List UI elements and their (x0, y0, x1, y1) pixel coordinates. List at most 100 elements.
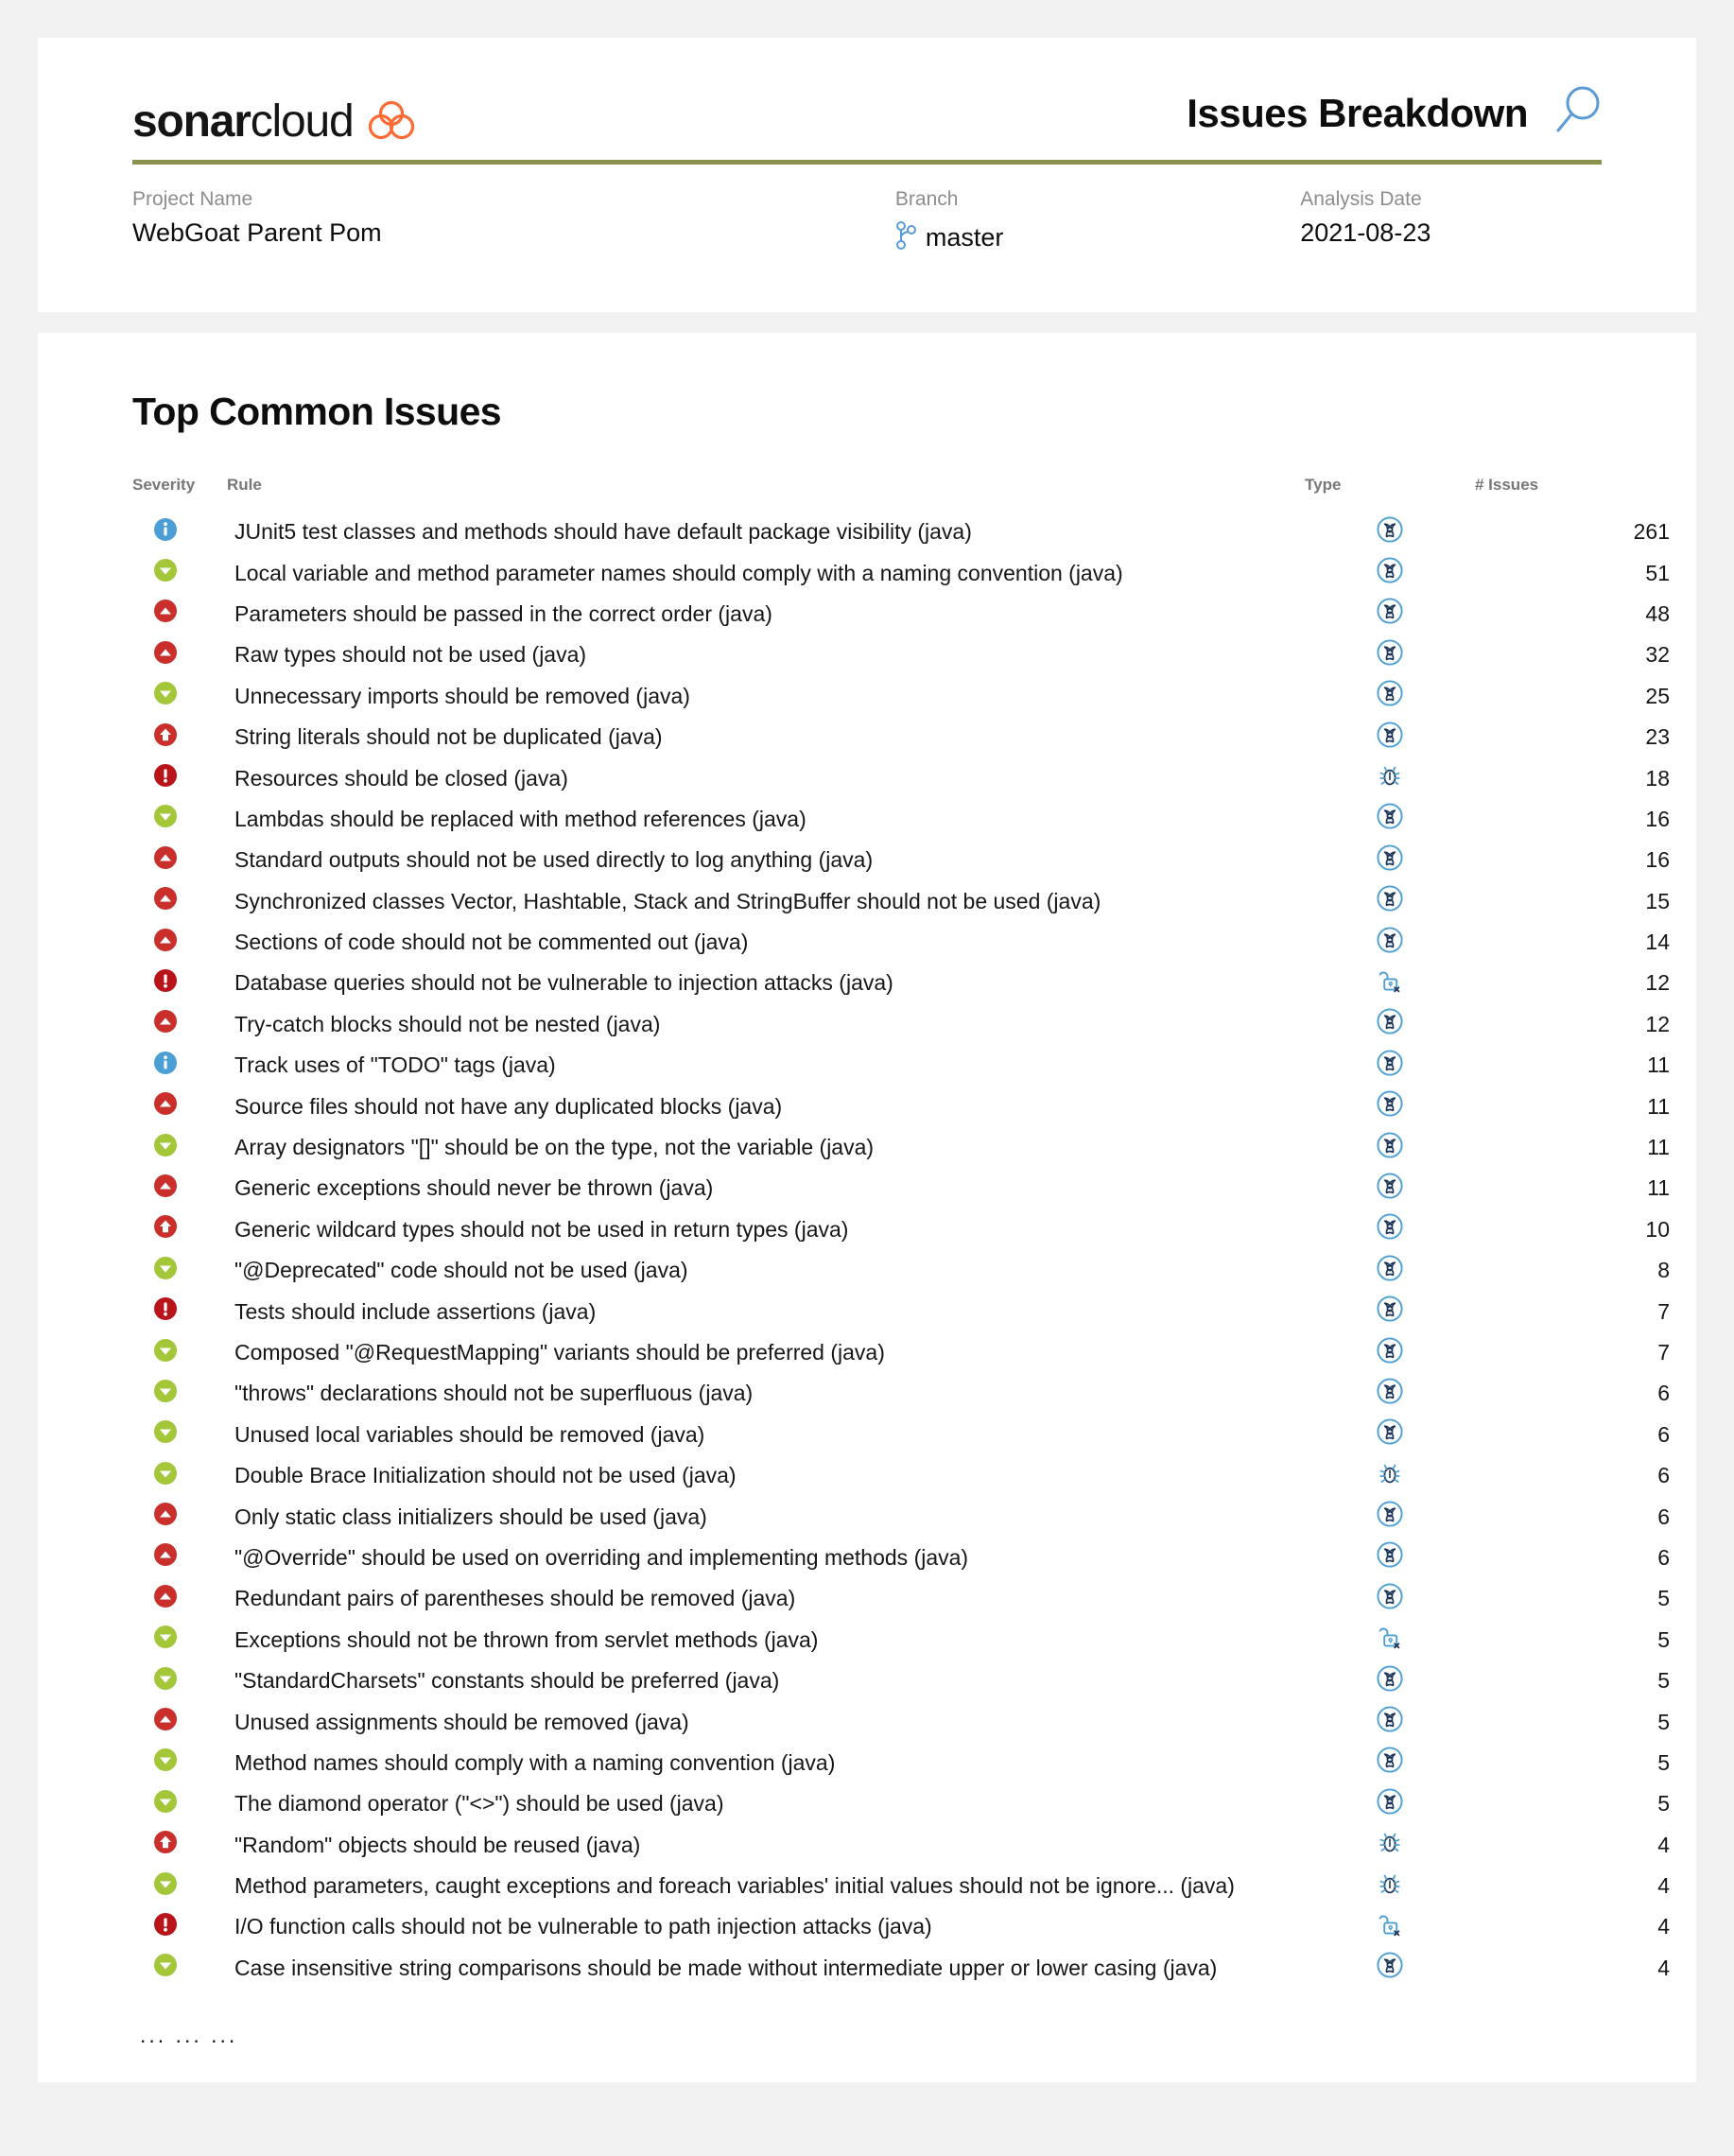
table-row[interactable]: Parameters should be passed in the corre… (132, 594, 1677, 635)
severity-critical-icon (153, 886, 178, 916)
row-rule-cell[interactable]: Sections of code should not be commented… (227, 922, 1305, 963)
row-rule-cell[interactable]: Method parameters, caught exceptions and… (227, 1866, 1305, 1906)
row-rule-cell[interactable]: Standard outputs should not be used dire… (227, 840, 1305, 880)
table-row[interactable]: "@Deprecated" code should not be used (j… (132, 1250, 1677, 1291)
row-severity-cell (132, 1455, 227, 1496)
code-smell-icon (1377, 598, 1403, 630)
table-row[interactable]: Lambdas should be replaced with method r… (132, 799, 1677, 840)
code-smell-icon (1377, 557, 1403, 589)
table-row[interactable]: String literals should not be duplicated… (132, 717, 1677, 757)
row-rule-cell[interactable]: Generic exceptions should never be throw… (227, 1168, 1305, 1208)
row-rule-cell[interactable]: Database queries should not be vulnerabl… (227, 963, 1305, 1003)
row-rule-cell[interactable]: I/O function calls should not be vulnera… (227, 1906, 1305, 1947)
row-rule-cell[interactable]: Lambdas should be replaced with method r… (227, 799, 1305, 840)
table-row[interactable]: Redundant pairs of parentheses should be… (132, 1578, 1677, 1619)
row-count-cell: 15 (1645, 888, 1670, 913)
report-metadata: Project Name WebGoat Parent Pom Branch m… (132, 165, 1602, 255)
row-rule-cell[interactable]: Source files should not have any duplica… (227, 1086, 1305, 1126)
row-count-cell: 11 (1647, 1093, 1670, 1119)
row-count-cell: 11 (1647, 1175, 1670, 1201)
code-smell-icon (1377, 516, 1403, 548)
table-row[interactable]: Unused assignments should be removed (ja… (132, 1701, 1677, 1742)
table-row[interactable]: Database queries should not be vulnerabl… (132, 963, 1677, 1003)
table-row[interactable]: Generic wildcard types should not be use… (132, 1209, 1677, 1250)
table-row[interactable]: Composed "@RequestMapping" variants shou… (132, 1332, 1677, 1373)
row-rule-cell[interactable]: "Random" objects should be reused (java) (227, 1825, 1305, 1866)
table-row[interactable]: "@Override" should be used on overriding… (132, 1538, 1677, 1578)
table-row[interactable]: Case insensitive string comparisons shou… (132, 1948, 1677, 1989)
row-rule-cell[interactable]: String literals should not be duplicated… (227, 717, 1305, 757)
row-rule-cell[interactable]: Unused local variables should be removed… (227, 1415, 1305, 1455)
row-severity-cell (132, 1578, 227, 1619)
table-row[interactable]: The diamond operator ("<>") should be us… (132, 1783, 1677, 1824)
row-rule-cell[interactable]: Parameters should be passed in the corre… (227, 594, 1305, 635)
table-row[interactable]: "throws" declarations should not be supe… (132, 1373, 1677, 1414)
row-severity-cell (132, 1783, 227, 1824)
table-row[interactable]: Double Brace Initialization should not b… (132, 1455, 1677, 1496)
row-rule-cell[interactable]: The diamond operator ("<>") should be us… (227, 1783, 1305, 1824)
row-rule-cell[interactable]: Raw types should not be used (java) (227, 635, 1305, 675)
table-row[interactable]: Unused local variables should be removed… (132, 1415, 1677, 1455)
row-rule-cell[interactable]: Double Brace Initialization should not b… (227, 1455, 1305, 1496)
row-rule-cell[interactable]: Exceptions should not be thrown from ser… (227, 1620, 1305, 1660)
table-row[interactable]: Sections of code should not be commented… (132, 922, 1677, 963)
table-row[interactable]: Try-catch blocks should not be nested (j… (132, 1004, 1677, 1045)
table-row[interactable]: Method parameters, caught exceptions and… (132, 1866, 1677, 1906)
table-row[interactable]: Synchronized classes Vector, Hashtable, … (132, 881, 1677, 922)
row-rule-cell[interactable]: "@Deprecated" code should not be used (j… (227, 1250, 1305, 1291)
code-smell-icon (1377, 1378, 1403, 1410)
table-row[interactable]: Method names should comply with a naming… (132, 1743, 1677, 1783)
table-row[interactable]: Raw types should not be used (java) 32 (132, 635, 1677, 675)
table-row[interactable]: Tests should include assertions (java) 7 (132, 1291, 1677, 1331)
table-row[interactable]: Exceptions should not be thrown from ser… (132, 1620, 1677, 1660)
table-row[interactable]: "Random" objects should be reused (java)… (132, 1825, 1677, 1866)
code-smell-icon (1377, 1541, 1403, 1574)
row-type-cell (1305, 1455, 1475, 1496)
row-rule-cell[interactable]: Synchronized classes Vector, Hashtable, … (227, 881, 1305, 922)
table-row[interactable]: Unnecessary imports should be removed (j… (132, 676, 1677, 717)
row-rule-cell[interactable]: Array designators "[]" should be on the … (227, 1127, 1305, 1168)
row-rule-cell[interactable]: Unnecessary imports should be removed (j… (227, 676, 1305, 717)
row-rule-cell[interactable]: "@Override" should be used on overriding… (227, 1538, 1305, 1578)
row-rule-cell[interactable]: Composed "@RequestMapping" variants shou… (227, 1332, 1305, 1373)
table-row[interactable]: Resources should be closed (java) 18 (132, 757, 1677, 798)
code-smell-icon (1377, 1501, 1403, 1533)
row-rule-cell[interactable]: "throws" declarations should not be supe… (227, 1373, 1305, 1414)
row-severity-cell (132, 594, 227, 635)
row-rule-cell[interactable]: Tests should include assertions (java) (227, 1291, 1305, 1331)
table-row[interactable]: Local variable and method parameter name… (132, 552, 1677, 593)
table-row[interactable]: Standard outputs should not be used dire… (132, 840, 1677, 880)
row-type-cell (1305, 1004, 1475, 1045)
code-smell-icon (1377, 1952, 1403, 1984)
row-count-cell: 51 (1645, 560, 1670, 585)
row-type-cell (1305, 1660, 1475, 1701)
table-row[interactable]: I/O function calls should not be vulnera… (132, 1906, 1677, 1947)
row-rule-cell[interactable]: Generic wildcard types should not be use… (227, 1209, 1305, 1250)
code-smell-icon (1377, 722, 1403, 754)
row-rule-cell[interactable]: Try-catch blocks should not be nested (j… (227, 1004, 1305, 1045)
table-row[interactable]: JUnit5 test classes and methods should h… (132, 512, 1677, 552)
row-severity-cell (132, 1906, 227, 1947)
row-count-cell: 16 (1645, 806, 1670, 831)
row-rule-cell[interactable]: JUnit5 test classes and methods should h… (227, 512, 1305, 552)
row-type-cell (1305, 1701, 1475, 1742)
table-row[interactable]: Source files should not have any duplica… (132, 1086, 1677, 1126)
row-rule-cell[interactable]: Method names should comply with a naming… (227, 1743, 1305, 1783)
table-row[interactable]: Generic exceptions should never be throw… (132, 1168, 1677, 1208)
column-header-count: # Issues (1475, 476, 1539, 494)
row-rule-cell[interactable]: Unused assignments should be removed (ja… (227, 1701, 1305, 1742)
table-row[interactable]: Track uses of "TODO" tags (java) 11 (132, 1045, 1677, 1086)
row-rule-cell[interactable]: Local variable and method parameter name… (227, 552, 1305, 593)
row-rule-cell[interactable]: Redundant pairs of parentheses should be… (227, 1578, 1305, 1619)
row-rule-cell[interactable]: "StandardCharsets" constants should be p… (227, 1660, 1305, 1701)
table-row[interactable]: "StandardCharsets" constants should be p… (132, 1660, 1677, 1701)
row-rule-cell[interactable]: Resources should be closed (java) (227, 757, 1305, 798)
row-type-cell (1305, 1086, 1475, 1126)
row-rule-cell[interactable]: Case insensitive string comparisons shou… (227, 1948, 1305, 1989)
page-title: Issues Breakdown (1187, 90, 1528, 135)
row-rule-cell[interactable]: Only static class initializers should be… (227, 1496, 1305, 1537)
row-type-cell (1305, 1168, 1475, 1208)
row-rule-cell[interactable]: Track uses of "TODO" tags (java) (227, 1045, 1305, 1086)
table-row[interactable]: Array designators "[]" should be on the … (132, 1127, 1677, 1168)
table-row[interactable]: Only static class initializers should be… (132, 1496, 1677, 1537)
